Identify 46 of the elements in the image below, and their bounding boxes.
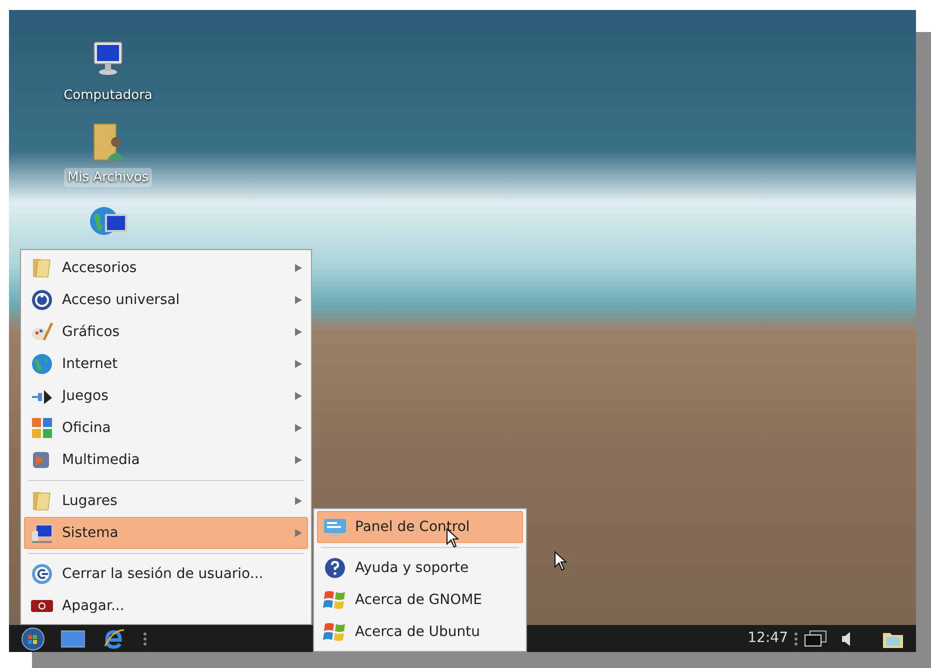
accessibility-icon <box>30 288 54 312</box>
globe-icon <box>30 352 54 376</box>
handle-dots-icon[interactable] <box>794 632 798 646</box>
menu-item[interactable]: Sistema <box>24 517 308 549</box>
menu-item[interactable]: Gráficos <box>24 316 308 348</box>
menu-item-label: Internet <box>62 354 119 374</box>
clock-time[interactable]: 12:47 <box>748 628 788 649</box>
menu-item[interactable]: Panel de Control <box>317 511 523 543</box>
menu-item[interactable]: Acceso universal <box>24 284 308 316</box>
desktop-icon-label[interactable]: Computadora <box>60 86 156 106</box>
menu-item[interactable]: Ayuda y soporte <box>317 552 523 584</box>
flag-icon <box>323 620 347 644</box>
menu-item-label: Sistema <box>62 524 120 542</box>
menu-item[interactable]: Multimedia <box>24 444 308 476</box>
menu-item-label: Apagar... <box>62 596 126 616</box>
menu-item-label: Ayuda y soporte <box>355 558 470 578</box>
menu-item[interactable]: Acerca de GNOME <box>317 584 523 616</box>
menu-item[interactable]: Apagar... <box>24 590 308 622</box>
menu-item-label: Acerca de Ubuntu <box>355 622 482 642</box>
logout-icon <box>30 562 54 586</box>
menu-item[interactable]: Oficina <box>24 412 308 444</box>
menu-item-label: Juegos <box>62 386 110 406</box>
network-monitors-icon[interactable] <box>804 630 828 648</box>
menu-item-label: Acerca de GNOME <box>355 590 484 610</box>
menu-item-label: Multimedia <box>62 450 141 470</box>
menu-item[interactable]: Juegos <box>24 380 308 412</box>
menu-item[interactable]: Lugares <box>24 485 308 517</box>
menu-item-label: Panel de Control <box>355 518 471 536</box>
menu-item-label: Cerrar la sesión de usuario... <box>62 564 264 584</box>
menu-item-label: Gráficos <box>62 322 121 342</box>
menu-item[interactable]: Cerrar la sesión de usuario... <box>24 558 308 590</box>
menu-item[interactable]: Acerca de Ubuntu <box>317 616 523 648</box>
browser-e-icon[interactable] <box>103 628 125 650</box>
menu-item-label: Lugares <box>62 492 118 510</box>
flag-icon <box>323 588 347 612</box>
help-icon <box>323 556 347 580</box>
menu-item-label: Acceso universal <box>62 290 181 310</box>
cursor-icon <box>554 551 567 571</box>
menu-item[interactable]: Internet <box>24 348 308 380</box>
start-orb-icon[interactable] <box>21 626 45 650</box>
menu-item-label: Oficina <box>62 418 112 438</box>
menu-item[interactable]: Accesorios <box>24 252 308 284</box>
office-tiles-icon <box>30 416 54 440</box>
menu-item-label: Accesorios <box>62 258 138 278</box>
show-desktop-icon[interactable] <box>61 630 85 648</box>
handle-dots-icon[interactable] <box>143 632 147 646</box>
